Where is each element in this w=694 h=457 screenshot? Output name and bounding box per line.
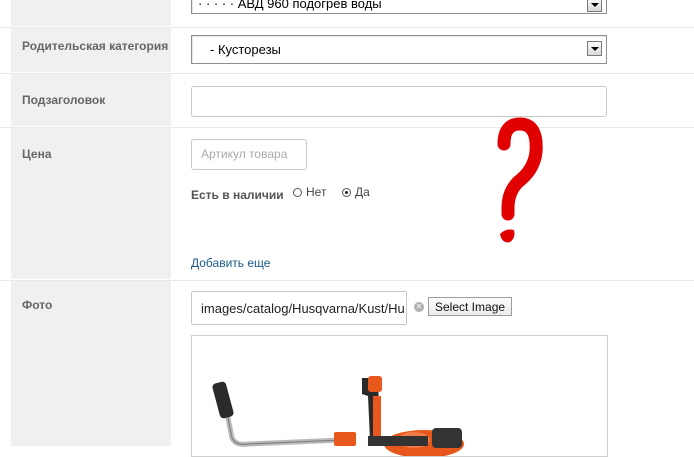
photo-path-value: images/catalog/Husqvarna/Kust/Hu xyxy=(201,301,404,316)
row-price: Цена Артикул товара Есть в наличии Нет Д… xyxy=(0,128,694,281)
top-select-value: · · · · · АВД 960 подогрев воды xyxy=(198,0,382,11)
radio-button[interactable] xyxy=(293,188,302,197)
chevron-down-icon xyxy=(587,0,602,12)
article-placeholder: Артикул товара xyxy=(201,147,288,161)
radio-option-no[interactable]: Нет xyxy=(293,185,326,199)
price-label: Цена xyxy=(22,147,52,161)
row-subtitle: Подзаголовок xyxy=(0,74,694,128)
label-cell: Цена xyxy=(11,128,171,280)
availability-label: Есть в наличии xyxy=(191,188,284,202)
image-preview xyxy=(191,335,608,457)
radio-option-yes[interactable]: Да xyxy=(342,185,370,199)
radio-button-checked[interactable] xyxy=(342,188,351,197)
radio-yes-label: Да xyxy=(355,185,370,199)
row-category-top: · · · · · АВД 960 подогрев воды xyxy=(0,0,694,28)
label-cell: Фото xyxy=(11,281,171,447)
article-input[interactable]: Артикул товара xyxy=(191,139,307,170)
photo-label: Фото xyxy=(22,298,53,312)
select-image-button[interactable]: Select Image xyxy=(428,297,513,316)
row-photo: Фото images/catalog/Husqvarna/Kust/Hu ✕ … xyxy=(0,281,694,457)
parent-category-value: - Кусторезы xyxy=(210,42,281,57)
label-cell: Родительская категория xyxy=(11,28,171,73)
label-cell xyxy=(11,0,171,27)
subtitle-label: Подзаголовок xyxy=(22,93,106,107)
subtitle-input[interactable] xyxy=(191,86,607,117)
parent-category-label: Родительская категория xyxy=(22,39,169,53)
top-category-select[interactable]: · · · · · АВД 960 подогрев воды xyxy=(191,0,607,14)
photo-path-input[interactable]: images/catalog/Husqvarna/Kust/Hu xyxy=(191,291,407,325)
chevron-down-icon xyxy=(587,41,602,56)
parent-category-select[interactable]: - Кусторезы xyxy=(191,35,607,64)
radio-no-label: Нет xyxy=(306,185,327,199)
add-more-link[interactable]: Добавить еще xyxy=(191,256,270,270)
brushcutter-product-image xyxy=(212,376,464,456)
question-mark-annotation xyxy=(497,117,543,243)
edit-product-form: · · · · · АВД 960 подогрев воды Родитель… xyxy=(0,0,694,457)
clear-icon[interactable]: ✕ xyxy=(414,302,424,312)
row-parent-category: Родительская категория - Кусторезы xyxy=(0,28,694,74)
label-cell: Подзаголовок xyxy=(11,74,171,127)
